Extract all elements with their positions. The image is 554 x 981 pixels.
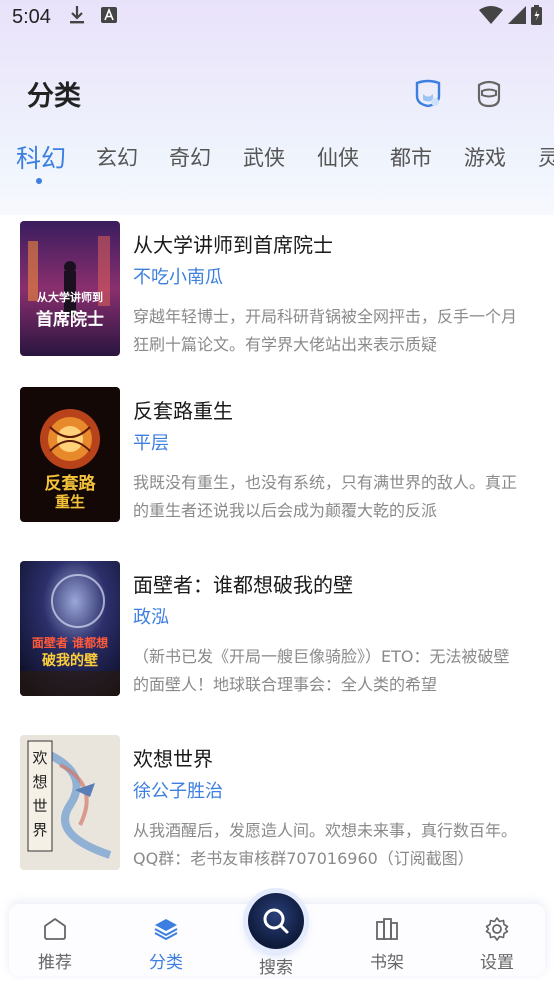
book-author[interactable]: 平层 [133,429,169,455]
category-tabs: 科幻 玄幻 奇幻 武侠 仙侠 都市 游戏 灵 [0,140,554,186]
svg-text:重生: 重生 [55,493,85,511]
book-item[interactable]: 面壁者 谁都想 破我的壁 面壁者：谁都想破我的壁 政泓 （新书已发《开局一艘巨像… [20,561,540,701]
svg-text:破我的壁: 破我的壁 [42,652,98,669]
svg-text:面壁者 谁都想: 面壁者 谁都想 [32,635,108,650]
nav-label: 分类 [149,953,183,973]
tab-xianxia[interactable]: 仙侠 [317,142,359,172]
svg-text:世: 世 [32,797,47,815]
book-cover[interactable]: 从大学讲师到 首席院士 [20,221,120,356]
active-tab-indicator [36,178,42,184]
book-item[interactable]: 欢 想 世 界 欢想世界 徐公子胜治 从我酒醒后，发愿造人间。欢想未来事，真行数… [20,735,540,875]
tab-xuanhuan[interactable]: 玄幻 [96,142,138,172]
nav-label: 书架 [370,953,404,973]
svg-text:界: 界 [32,821,47,839]
book-description: 穿越年轻博士，开局科研背锅被全网抨击，反手一个月狂刷十篇论文。有学界大佬站出来表… [133,307,518,354]
book-cover[interactable]: 面壁者 谁都想 破我的壁 [20,561,120,696]
book-description: （新书已发《开局一艘巨像骑脸》）ETO：无法被破壁的面壁人！地球联合理事会：全人… [133,647,510,694]
wifi-icon [479,5,503,30]
tab-urban[interactable]: 都市 [390,142,432,172]
notification-a-icon [100,6,117,28]
nav-category[interactable]: 分类 [131,916,201,973]
badge-icon[interactable] [411,76,445,110]
tab-sci-fi[interactable]: 科幻 [16,140,66,175]
search-button[interactable] [248,893,304,949]
book-title: 从大学讲师到首席院士 [133,233,333,257]
signal-icon [508,6,526,29]
page-title: 分类 [27,81,81,112]
book-title: 反套路重生 [133,399,233,423]
book-title: 欢想世界 [133,747,213,771]
svg-text:欢: 欢 [32,749,47,767]
nav-search-label[interactable]: 搜索 [241,953,311,978]
book-description: 从我酒醒后，发愿造人间。欢想未来事，真行数百年。QQ群：老书友审核群707016… [133,821,518,868]
nav-recommend[interactable]: 推荐 [20,916,90,973]
book-cover[interactable]: 欢 想 世 界 [20,735,120,870]
tab-ling[interactable]: 灵 [538,142,554,172]
layers-icon [154,919,178,941]
gear-icon [485,917,509,941]
status-time: 5:04 [12,5,51,28]
download-icon [69,5,85,30]
book-item[interactable]: 从大学讲师到 首席院士 从大学讲师到首席院士 不吃小南瓜 穿越年轻博士，开局科研… [20,221,540,361]
bookshelf-icon [376,918,398,940]
book-author[interactable]: 不吃小南瓜 [133,263,223,289]
book-item[interactable]: 反套路 重生 反套路重生 平层 我既没有重生，也没有系统，只有满世界的敌人。真正… [20,387,540,527]
book-author[interactable]: 政泓 [133,603,169,629]
home-icon [44,918,66,940]
svg-text:从大学讲师到: 从大学讲师到 [37,290,103,304]
nav-settings[interactable]: 设置 [462,916,532,973]
nav-label: 推荐 [38,953,72,973]
mask-icon[interactable] [472,76,506,110]
search-icon [263,908,289,934]
battery-icon [531,5,542,30]
svg-text:首席院士: 首席院士 [36,309,104,330]
nav-bookshelf[interactable]: 书架 [352,916,422,973]
tab-fantasy[interactable]: 奇幻 [169,142,211,172]
book-cover[interactable]: 反套路 重生 [20,387,120,522]
top-bar: 分类 [0,70,554,118]
book-description: 我既没有重生，也没有系统，只有满世界的敌人。真正的重生者还说我以后会成为颠覆大乾… [133,473,518,520]
status-bar: 5:04 [0,0,554,34]
tab-wuxia[interactable]: 武侠 [243,142,285,172]
book-title: 面壁者：谁都想破我的壁 [133,573,353,597]
svg-text:反套路: 反套路 [45,473,97,494]
tab-game[interactable]: 游戏 [464,142,506,172]
book-author[interactable]: 徐公子胜治 [133,777,223,803]
nav-label: 设置 [480,953,514,973]
svg-text:想: 想 [32,773,47,791]
